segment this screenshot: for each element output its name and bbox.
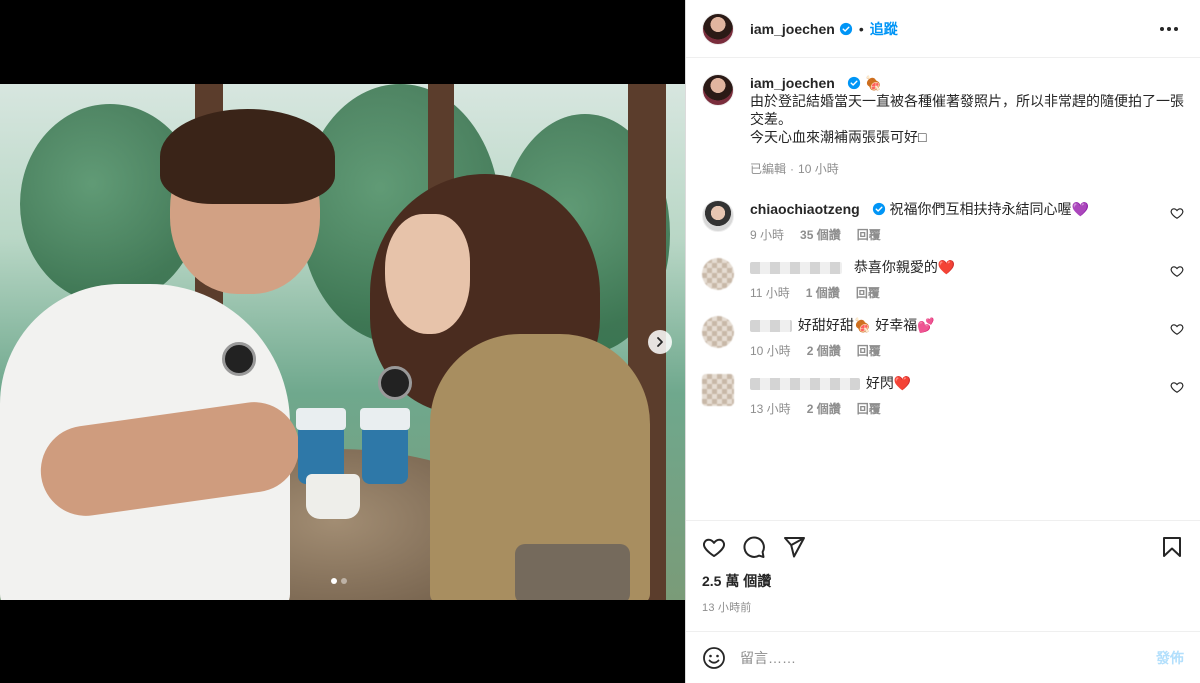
photo-man-hair [160,109,335,204]
comment-text: 好甜好甜🍖 好幸福💕 [797,317,935,333]
reply-button[interactable]: 回覆 [856,284,880,302]
reply-button[interactable]: 回覆 [857,342,881,360]
verified-badge-icon [847,76,860,90]
photo-watch [378,366,412,400]
meta-separator: · [790,162,795,176]
like-comment-heart-icon[interactable] [1170,206,1184,220]
like-comment-heart-icon[interactable] [1170,264,1184,278]
emoji-smiley-icon[interactable] [702,646,726,670]
commenter-username-blurred[interactable] [750,378,860,391]
post-timestamp[interactable]: 13 小時前 [702,599,1184,615]
share-paper-plane-icon[interactable] [782,535,806,559]
author-avatar[interactable] [702,74,734,106]
chevron-right-icon [657,337,663,347]
commenter-avatar[interactable] [702,258,734,290]
ellipsis-icon [1160,26,1164,31]
like-heart-icon[interactable] [702,535,726,559]
caption-text: 由於登記結婚當天一直被各種催著發照片，所以非常趕的隨便拍了一張交差。 [750,93,1184,127]
commenter-avatar[interactable] [702,374,734,406]
post-comment-button[interactable]: 發佈 [1156,648,1184,668]
likes-count[interactable]: 2.5 萬 個讚 [702,571,1184,591]
author-username[interactable]: iam_joechen [750,21,835,37]
comment-likes[interactable]: 2 個讚 [807,400,841,418]
comment-time[interactable]: 11 小時 [750,284,790,302]
photo-handbag [515,544,630,600]
like-comment-heart-icon[interactable] [1170,322,1184,336]
comment-item: 好閃❤️ 13 小時 2 個讚 回覆 [702,374,1184,418]
caption-emoji: 🍖 [864,75,883,91]
photo-woman-face [385,214,470,334]
caption-time[interactable]: 10 小時 [798,160,839,178]
photo-bowl [306,474,360,519]
post-dialog: iam_joechen • 追蹤 iam_joechen 🍖 由於登記結婚當天一… [0,0,1200,683]
comment-likes[interactable]: 35 個讚 [800,226,841,244]
edited-label: 已編輯 [750,162,787,176]
commenter-avatar[interactable] [702,200,734,232]
comment-item: 好甜好甜🍖 好幸福💕 10 小時 2 個讚 回覆 [702,316,1184,360]
post-photo[interactable] [0,84,685,600]
caption-username[interactable]: iam_joechen [750,75,835,91]
media-panel [0,0,685,683]
author-avatar[interactable] [702,12,734,45]
more-options-button[interactable] [1154,21,1184,37]
carousel-indicator [331,578,347,584]
commenter-username-blurred[interactable] [750,320,792,333]
comment-bubble-icon[interactable] [742,535,766,559]
comment-likes[interactable]: 1 個讚 [806,284,840,302]
save-bookmark-icon[interactable] [1160,535,1184,559]
commenter-username[interactable]: chiaochiaotzeng [750,201,860,217]
comment-text: 祝福你們互相扶持永結同心喔💜 [889,201,1089,217]
reply-button[interactable]: 回覆 [857,226,881,244]
comment-likes[interactable]: 2 個讚 [807,342,841,360]
caption-text: 今天心血來潮補兩張張可好□ [750,129,927,145]
verified-badge-icon [872,202,885,216]
carousel-dot [331,578,337,584]
follow-button[interactable]: 追蹤 [870,19,898,39]
comment-text: 恭喜你親愛的❤️ [853,259,956,275]
post-actions: 2.5 萬 個讚 13 小時前 [686,520,1200,615]
like-comment-heart-icon[interactable] [1170,380,1184,394]
carousel-next-button[interactable] [648,330,672,354]
reply-button[interactable]: 回覆 [857,400,881,418]
commenter-username-blurred[interactable] [750,262,842,275]
header-separator: • [858,20,864,37]
photo-watch [222,342,256,376]
photo-cup [360,408,410,484]
comment-time[interactable]: 9 小時 [750,226,784,244]
verified-badge-icon [839,22,852,35]
post-side-panel: iam_joechen • 追蹤 iam_joechen 🍖 由於登記結婚當天一… [685,0,1200,683]
comment-text: 好閃❤️ [865,375,912,391]
post-caption: iam_joechen 🍖 由於登記結婚當天一直被各種催著發照片，所以非常趕的隨… [702,74,1184,178]
comment-item: chiaochiaotzeng 祝福你們互相扶持永結同心喔💜 9 小時 35 個… [702,200,1184,244]
commenter-avatar[interactable] [702,316,734,348]
comment-time[interactable]: 13 小時 [750,400,791,418]
carousel-dot [341,578,347,584]
comment-composer: 發佈 [686,631,1200,683]
post-header: iam_joechen • 追蹤 [686,0,1200,58]
comment-item: 恭喜你親愛的❤️ 11 小時 1 個讚 回覆 [702,258,1184,302]
comments-list: iam_joechen 🍖 由於登記結婚當天一直被各種催著發照片，所以非常趕的隨… [686,58,1200,520]
comment-input[interactable] [740,649,1156,666]
comment-time[interactable]: 10 小時 [750,342,791,360]
